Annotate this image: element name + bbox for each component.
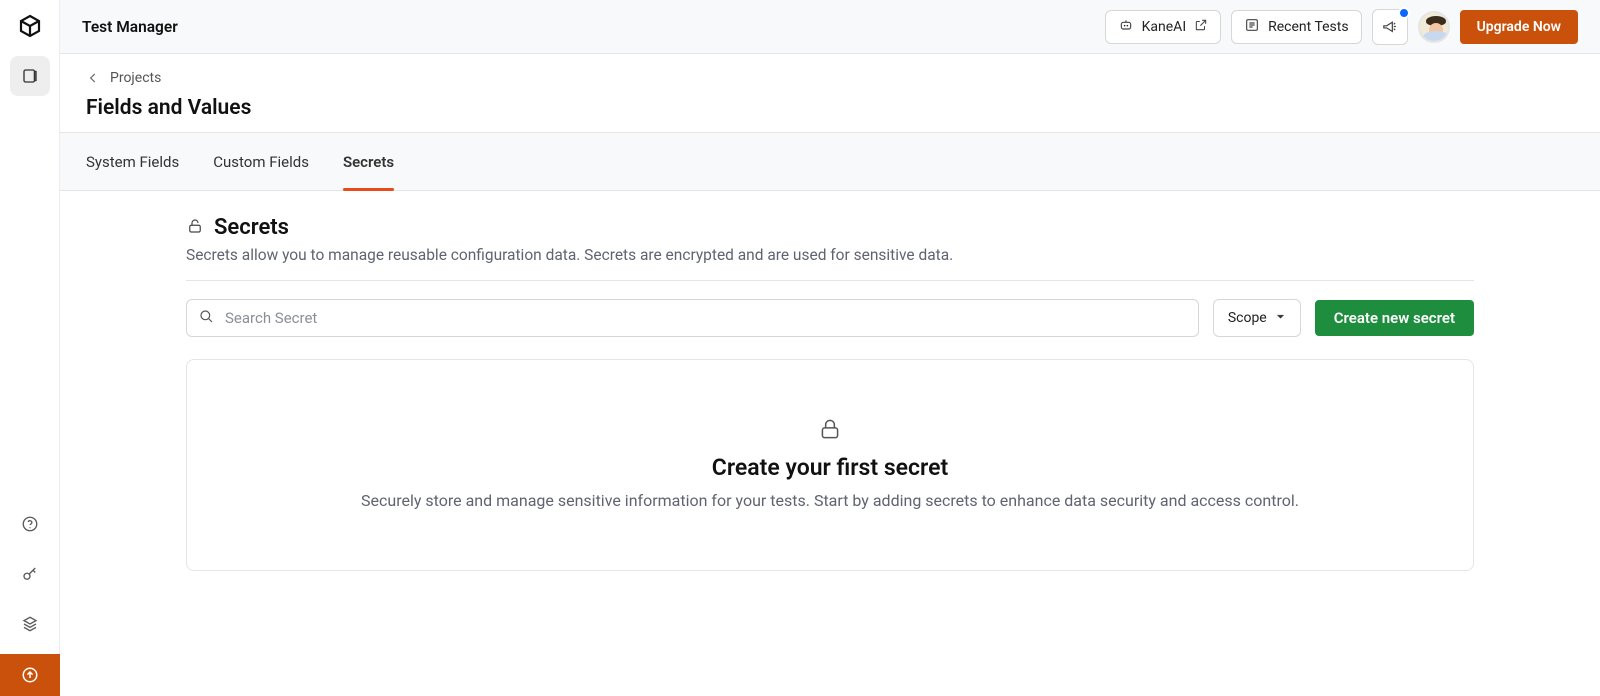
breadcrumb-parent[interactable]: Projects <box>110 70 161 86</box>
scope-dropdown[interactable]: Scope <box>1213 299 1301 337</box>
megaphone-icon <box>1381 18 1398 35</box>
tab-secrets[interactable]: Secrets <box>343 133 394 190</box>
divider <box>186 280 1474 281</box>
empty-title: Create your first secret <box>227 454 1433 481</box>
search-icon <box>198 308 214 328</box>
topbar: Test Manager KaneAI Recent Tests <box>60 0 1600 54</box>
rail-item-stack[interactable] <box>10 604 50 644</box>
recent-tests-button[interactable]: Recent Tests <box>1231 10 1361 44</box>
rail-item-upgrade[interactable] <box>0 654 60 696</box>
tab-system-fields[interactable]: System Fields <box>86 133 179 190</box>
left-rail <box>0 0 60 696</box>
rail-item-projects[interactable] <box>10 56 50 96</box>
page-title: Fields and Values <box>86 96 1574 120</box>
avatar[interactable] <box>1418 11 1450 43</box>
recent-tests-label: Recent Tests <box>1268 19 1348 35</box>
empty-body: Securely store and manage sensitive info… <box>227 491 1433 510</box>
kaneai-label: KaneAI <box>1142 19 1187 35</box>
announcements-button[interactable] <box>1372 9 1408 45</box>
main-area: Test Manager KaneAI Recent Tests <box>60 0 1600 696</box>
tabs: System Fields Custom Fields Secrets <box>60 133 1600 191</box>
kaneai-button[interactable]: KaneAI <box>1105 10 1222 44</box>
list-icon <box>1244 17 1260 37</box>
subheader: Projects Fields and Values <box>60 54 1600 133</box>
rail-item-help[interactable] <box>10 504 50 544</box>
lock-icon <box>186 217 204 239</box>
rail-item-keys[interactable] <box>10 554 50 594</box>
app-title: Test Manager <box>82 18 178 36</box>
brand-logo[interactable] <box>18 14 42 38</box>
robot-icon <box>1118 17 1134 37</box>
scope-label: Scope <box>1228 310 1267 326</box>
back-button[interactable] <box>86 71 100 85</box>
secrets-description: Secrets allow you to manage reusable con… <box>186 246 1474 264</box>
controls-row: Scope Create new secret <box>186 299 1474 337</box>
search-wrapper <box>186 299 1199 337</box>
content-area: Secrets Secrets allow you to manage reus… <box>60 191 1600 696</box>
secrets-heading: Secrets <box>214 215 289 240</box>
caret-down-icon <box>1275 310 1286 326</box>
tab-custom-fields[interactable]: Custom Fields <box>213 133 309 190</box>
chevron-left-icon <box>86 71 100 85</box>
empty-state: Create your first secret Securely store … <box>186 359 1474 571</box>
lock-icon <box>227 416 1433 442</box>
upgrade-button[interactable]: Upgrade Now <box>1460 10 1578 44</box>
search-input[interactable] <box>186 299 1199 337</box>
notification-dot-icon <box>1398 7 1410 19</box>
breadcrumb: Projects <box>86 70 1574 86</box>
external-link-icon <box>1194 18 1208 36</box>
create-secret-button[interactable]: Create new secret <box>1315 300 1474 336</box>
